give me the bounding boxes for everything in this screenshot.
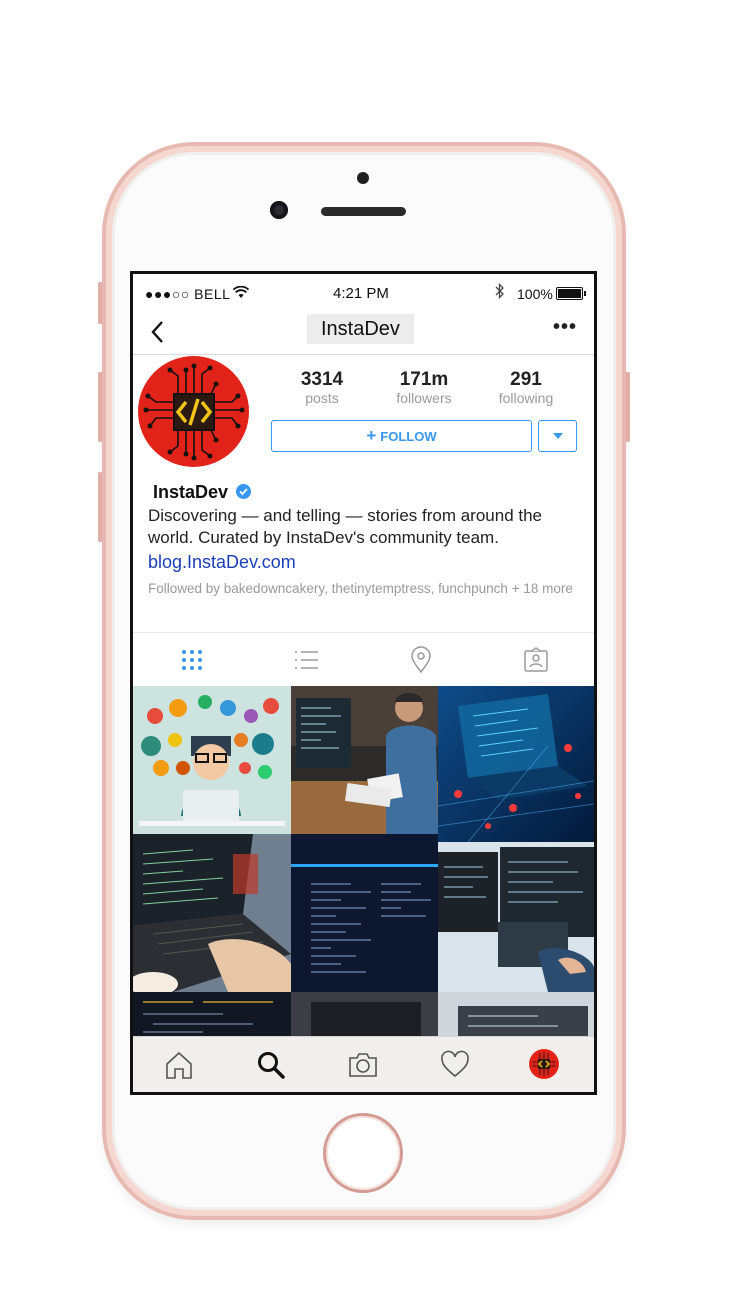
follow-button[interactable]: + FOLLOW (271, 420, 532, 452)
profile-name: InstaDev (153, 482, 229, 502)
tagged-user-icon[interactable] (522, 646, 550, 674)
stat-followers[interactable]: 171m followers (379, 369, 469, 407)
phone-screen: ●●●○○ BELL 4:21 PM 100% InstaDev ••• 331… (130, 271, 597, 1095)
photo-post[interactable] (133, 992, 291, 1038)
bluetooth-icon (495, 283, 504, 299)
status-bar: ●●●○○ BELL 4:21 PM 100% (133, 274, 594, 310)
photo-post[interactable] (291, 992, 438, 1038)
carrier-label: ●●●○○ BELL (145, 286, 231, 302)
battery-icon (556, 287, 586, 300)
caret-down-icon (553, 433, 563, 439)
photo-post[interactable] (291, 686, 438, 834)
posts-count: 3314 (300, 369, 344, 390)
photo-post[interactable] (438, 686, 594, 842)
profile-bio: Discovering — and telling — stories from… (148, 506, 543, 547)
photo-post[interactable] (291, 834, 438, 992)
photo-post[interactable] (133, 686, 291, 834)
proximity-sensor (357, 172, 369, 184)
camera-icon[interactable] (347, 1049, 379, 1081)
battery-percent: 100% (517, 286, 553, 302)
front-camera (270, 201, 288, 219)
clock: 4:21 PM (333, 285, 389, 302)
posts-label: posts (305, 390, 339, 406)
circuit-code-logo (143, 363, 245, 461)
profile-avatar-icon[interactable] (529, 1049, 559, 1079)
following-count: 291 (510, 369, 542, 390)
earpiece-speaker (321, 207, 406, 216)
back-chevron-icon[interactable] (145, 318, 173, 346)
plus-icon: + (366, 426, 377, 445)
profile-website-link[interactable]: blog.InstaDev.com (148, 552, 296, 573)
page-title: InstaDev (307, 314, 414, 344)
followers-label: followers (396, 390, 452, 406)
verified-badge-icon (236, 484, 251, 499)
followed-by-text[interactable]: Followed by bakedowncakery, thetinytempt… (148, 579, 578, 598)
photo-post[interactable] (438, 842, 594, 992)
profile-avatar[interactable] (138, 356, 249, 467)
stat-following[interactable]: 291 following (481, 369, 571, 407)
heart-icon[interactable] (439, 1049, 471, 1081)
followers-count: 171m (399, 369, 449, 390)
grid-icon[interactable] (178, 646, 206, 674)
bottom-tab-bar (133, 1036, 594, 1092)
home-button[interactable] (323, 1113, 403, 1193)
following-label: following (498, 390, 554, 406)
more-options-icon[interactable]: ••• (553, 316, 577, 339)
photo-grid (133, 686, 594, 1038)
search-icon[interactable] (255, 1049, 287, 1081)
profile-view-tabs (133, 632, 594, 687)
stat-posts[interactable]: 3314 posts (277, 369, 367, 407)
list-icon[interactable] (292, 646, 320, 674)
photo-post[interactable] (133, 834, 291, 992)
photo-post[interactable] (438, 992, 594, 1038)
wifi-icon (233, 286, 249, 298)
follow-label: FOLLOW (380, 429, 437, 444)
location-pin-icon[interactable] (407, 646, 435, 674)
home-icon[interactable] (163, 1049, 195, 1081)
suggested-accounts-dropdown[interactable] (538, 420, 577, 452)
profile-header: InstaDev ••• (133, 310, 594, 355)
